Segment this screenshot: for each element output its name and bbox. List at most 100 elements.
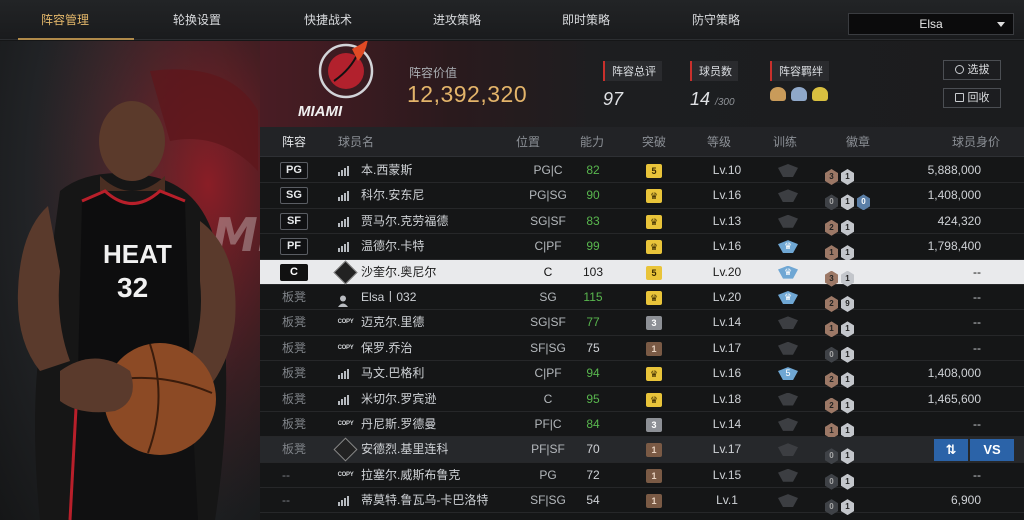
player-worth: -- bbox=[973, 315, 981, 330]
lineup-slot: 板凳 bbox=[282, 442, 307, 457]
table-row[interactable]: PF 温德尔.卡特 C|PF 99 ♛ Lv.16 ♛ 1 1 1,798,400 bbox=[260, 234, 1024, 262]
player-level: Lv.15 bbox=[712, 467, 742, 482]
bond-icon[interactable] bbox=[791, 87, 807, 101]
training-icon[interactable] bbox=[778, 468, 798, 482]
player-count-max: /300 bbox=[715, 97, 735, 108]
vs-button[interactable]: VS bbox=[970, 439, 1014, 461]
badge-list[interactable]: 31 bbox=[825, 163, 857, 185]
training-icon[interactable] bbox=[778, 392, 798, 406]
bond-icon[interactable] bbox=[770, 87, 786, 101]
badge-list[interactable]: 01 bbox=[825, 442, 857, 465]
badge-list[interactable]: 11 bbox=[825, 315, 857, 338]
player-worth: 1,465,600 bbox=[927, 391, 981, 406]
col-level[interactable]: 等级 bbox=[707, 127, 731, 157]
table-row[interactable]: 板凳 安德烈.基里连科 PF|SF 70 1 Lv.17 0 1 bbox=[260, 437, 1024, 465]
lineup-slot: 板凳 bbox=[282, 315, 307, 330]
tab-live-strategy[interactable]: 即时策略 bbox=[531, 0, 641, 40]
table-row[interactable]: 板凳 COPY 保罗.乔治 SF|SG 75 1 Lv.17 0 1 -- bbox=[260, 336, 1024, 363]
col-badges[interactable]: 徽章 bbox=[846, 127, 870, 157]
table-row[interactable]: C 沙奎尔.奥尼尔 C 103 5 Lv.20 ♛ 3 1 -- bbox=[260, 259, 1024, 287]
breakthrough-badge[interactable]: ♛ bbox=[646, 240, 662, 255]
player-ability: 83 bbox=[586, 213, 600, 228]
badge-list[interactable]: 010 bbox=[825, 188, 873, 211]
badge-list[interactable]: 01 bbox=[825, 341, 857, 363]
user-dropdown[interactable]: Elsa bbox=[848, 13, 1014, 35]
breakthrough-badge[interactable]: ♛ bbox=[646, 214, 662, 229]
player-name: Elsa丨032 bbox=[361, 289, 417, 304]
copy-card-icon: COPY bbox=[337, 319, 354, 326]
table-row[interactable]: 板凳 马文.巴格利 C|PF 94 ♛ Lv.16 5 2 1 1,408,000 bbox=[260, 361, 1024, 389]
lineup-slot: 板凳 bbox=[282, 289, 307, 304]
col-name[interactable]: 球员名 bbox=[338, 127, 374, 157]
table-row[interactable]: SG 科尔.安东尼 PG|SG 90 ♛ Lv.16 0 1 0 1,408,000 bbox=[260, 183, 1024, 211]
badge-list[interactable]: 21 bbox=[825, 214, 857, 236]
tab-offense[interactable]: 进攻策略 bbox=[402, 0, 512, 40]
breakthrough-badge[interactable]: 1 bbox=[646, 341, 662, 356]
training-icon[interactable] bbox=[778, 214, 798, 228]
player-count-label: 球员数 bbox=[690, 61, 738, 81]
breakthrough-badge[interactable]: 1 bbox=[646, 468, 662, 483]
col-ability[interactable]: 能力 bbox=[580, 127, 604, 157]
recycle-button[interactable]: 回收 bbox=[943, 88, 1001, 108]
col-position[interactable]: 位置 bbox=[516, 127, 540, 157]
player-name: 本.西蒙斯 bbox=[361, 163, 413, 177]
tab-rotation[interactable]: 轮换设置 bbox=[142, 0, 252, 40]
player-worth: -- bbox=[973, 289, 981, 304]
training-icon[interactable]: ♛ bbox=[778, 290, 798, 304]
col-worth[interactable]: 球员身价 bbox=[952, 127, 1000, 157]
badge-list[interactable]: 21 bbox=[825, 366, 857, 389]
breakthrough-badge[interactable]: 3 bbox=[646, 417, 662, 432]
tab-lineup[interactable]: 阵容管理 bbox=[10, 0, 134, 40]
table-row[interactable]: -- COPY 拉塞尔.威斯布鲁克 PG 72 1 Lv.15 0 1 -- bbox=[260, 463, 1024, 490]
breakthrough-badge[interactable]: ♛ bbox=[646, 290, 662, 305]
table-row[interactable]: SF 贾马尔.克劳福德 SG|SF 83 ♛ Lv.13 2 1 424,320 bbox=[260, 209, 1024, 236]
training-icon[interactable] bbox=[778, 316, 798, 330]
training-icon[interactable] bbox=[778, 443, 798, 457]
training-icon[interactable] bbox=[778, 417, 798, 431]
badge-list[interactable]: 31 bbox=[825, 265, 857, 287]
bond-icons[interactable] bbox=[770, 87, 829, 101]
breakthrough-badge[interactable]: 5 bbox=[646, 265, 662, 280]
player-level: Lv.18 bbox=[712, 391, 742, 406]
table-row[interactable]: PG 本.西蒙斯 PG|C 82 5 Lv.10 3 1 5,888,000 bbox=[260, 158, 1024, 185]
tab-defense[interactable]: 防守策略 bbox=[661, 0, 771, 40]
breakthrough-badge[interactable]: ♛ bbox=[646, 392, 662, 407]
badge-list[interactable]: 01 bbox=[825, 493, 857, 516]
breakthrough-badge[interactable]: 3 bbox=[646, 316, 662, 331]
breakthrough-badge[interactable]: 1 bbox=[646, 494, 662, 509]
training-icon[interactable] bbox=[778, 494, 798, 508]
breakthrough-badge[interactable]: 1 bbox=[646, 443, 662, 458]
team-logo-text: MIAMI bbox=[298, 103, 343, 120]
table-row[interactable]: -- 蒂莫特.鲁瓦乌-卡巴洛特 SF|SG 54 1 Lv.1 0 1 6,900 bbox=[260, 488, 1024, 516]
table-row[interactable]: 板凳 COPY 迈克尔.里德 SG|SF 77 3 Lv.14 1 1 -- bbox=[260, 310, 1024, 338]
breakthrough-badge[interactable]: 5 bbox=[646, 164, 662, 178]
bond-icon[interactable] bbox=[812, 87, 828, 101]
breakthrough-badge[interactable]: ♛ bbox=[646, 189, 662, 204]
training-icon[interactable] bbox=[778, 164, 798, 177]
table-row[interactable]: 板凳 Elsa丨032 SG 115 ♛ Lv.20 ♛ 2 9 -- bbox=[260, 285, 1024, 312]
training-icon[interactable]: 5 bbox=[778, 367, 798, 381]
jersey-team: HEAT bbox=[103, 239, 172, 269]
swap-controls: ⇅ VS bbox=[934, 439, 1014, 461]
training-icon[interactable] bbox=[778, 341, 798, 355]
pick-button[interactable]: 选拔 bbox=[943, 60, 1001, 80]
player-name: 保罗.乔治 bbox=[361, 340, 413, 355]
swap-button[interactable]: ⇅ bbox=[934, 439, 968, 461]
table-row[interactable]: 板凳 米切尔.罗宾逊 C 95 ♛ Lv.18 2 1 1,465,600 bbox=[260, 387, 1024, 414]
badge-list[interactable]: 21 bbox=[825, 392, 857, 414]
badge-list[interactable]: 01 bbox=[825, 468, 857, 490]
col-slot[interactable]: 阵容 bbox=[282, 127, 306, 157]
table-row[interactable]: 板凳 COPY 丹尼斯.罗德曼 PF|C 84 3 Lv.14 1 1 -- bbox=[260, 412, 1024, 439]
tab-quick-tactics[interactable]: 快捷战术 bbox=[273, 0, 383, 40]
training-icon[interactable] bbox=[778, 189, 798, 203]
col-training[interactable]: 训练 bbox=[773, 127, 797, 157]
training-icon[interactable]: ♛ bbox=[778, 265, 798, 279]
badge-list[interactable]: 11 bbox=[825, 417, 857, 439]
col-breakthrough[interactable]: 突破 bbox=[642, 127, 666, 157]
badge-list[interactable]: 29 bbox=[825, 290, 857, 312]
training-icon[interactable]: ♛ bbox=[778, 240, 798, 254]
badge-list[interactable]: 11 bbox=[825, 239, 857, 262]
breakthrough-badge[interactable]: ♛ bbox=[646, 367, 662, 382]
badge-icon: 1 bbox=[841, 499, 854, 516]
user-name: Elsa bbox=[919, 17, 943, 31]
